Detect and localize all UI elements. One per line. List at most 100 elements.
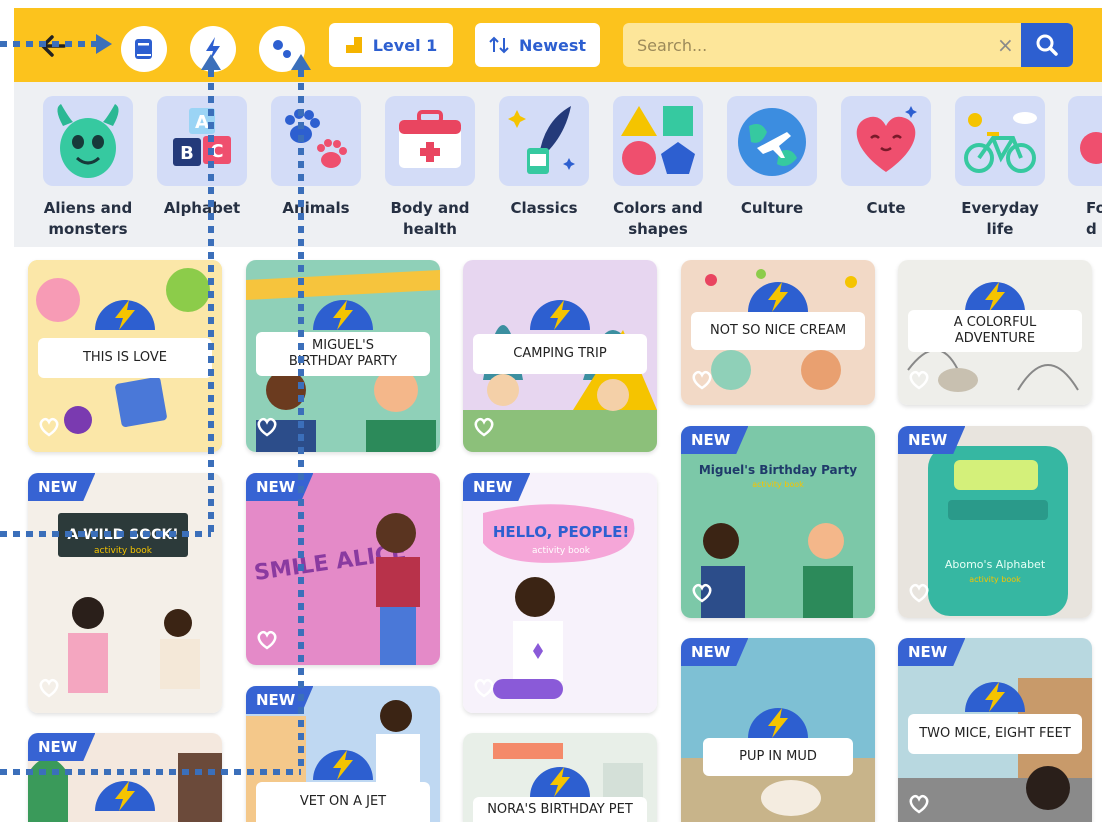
cover-title-text: A WILD SOCK! bbox=[67, 527, 178, 543]
book-card[interactable]: NORA'S BIRTHDAY PET bbox=[463, 733, 657, 822]
book-cover-illustration: HELLO, PEOPLE! activity book bbox=[463, 473, 657, 713]
bicycle-icon bbox=[955, 96, 1045, 186]
book-title: VET ON A JET bbox=[256, 782, 430, 822]
search-input[interactable] bbox=[637, 23, 977, 67]
category-label: Body and bbox=[390, 199, 470, 217]
category-culture[interactable]: Culture bbox=[716, 96, 828, 219]
lightning-icon bbox=[206, 37, 220, 61]
favorite-heart-icon[interactable] bbox=[256, 630, 278, 650]
favorite-heart-icon[interactable] bbox=[691, 583, 713, 603]
category-label: Animals bbox=[282, 199, 350, 217]
favorite-heart-icon[interactable] bbox=[691, 370, 713, 390]
favorite-heart-icon[interactable] bbox=[473, 417, 495, 437]
cover-subtitle-text: activity book bbox=[94, 546, 153, 556]
lightning-badge-icon bbox=[965, 282, 1025, 312]
book-card[interactable]: NOT SO NICE CREAM bbox=[681, 260, 875, 405]
search-button[interactable] bbox=[1021, 23, 1073, 67]
category-colors-and-shapes[interactable]: Colors and shapes bbox=[602, 96, 714, 240]
lightning-badge-icon bbox=[313, 750, 373, 780]
level-icon bbox=[345, 37, 362, 53]
category-cute[interactable]: Cute bbox=[830, 96, 942, 219]
svg-text:A: A bbox=[195, 112, 209, 133]
category-label: Fo bbox=[1086, 199, 1102, 217]
book-title: A COLORFUL ADVENTURE bbox=[908, 310, 1082, 352]
globe-icon bbox=[727, 96, 817, 186]
book-card[interactable]: A COLORFUL ADVENTURE bbox=[898, 260, 1092, 405]
category-body-and-health[interactable]: Body and health bbox=[374, 96, 486, 240]
lightning-badge-icon bbox=[965, 682, 1025, 712]
book-card[interactable]: HELLO, PEOPLE! activity book NEW bbox=[463, 473, 657, 713]
category-animals[interactable]: Animals bbox=[260, 96, 372, 219]
cover-subtitle-text: activity book bbox=[532, 546, 591, 556]
book-title: THIS IS LOVE bbox=[38, 338, 212, 378]
lightning-badge-icon bbox=[530, 300, 590, 330]
favorite-heart-icon[interactable] bbox=[38, 417, 60, 437]
category-aliens-and-monsters[interactable]: Aliens and monsters bbox=[32, 96, 144, 240]
search-icon bbox=[1036, 34, 1058, 56]
heart-icon bbox=[841, 96, 931, 186]
book-card[interactable]: NEW VET ON A JET bbox=[246, 686, 440, 822]
books-filter-button[interactable] bbox=[121, 26, 167, 72]
favorite-heart-icon[interactable] bbox=[908, 794, 930, 814]
book-icon bbox=[135, 39, 152, 59]
lightning-badge-icon bbox=[748, 708, 808, 738]
book-card[interactable]: NEW TWO MICE, EIGHT FEET bbox=[898, 638, 1092, 822]
lightning-badge-icon bbox=[95, 781, 155, 811]
category-label: Cute bbox=[866, 199, 906, 217]
category-strip: Aliens and monsters A B C Alphabet Anima… bbox=[14, 82, 1102, 247]
sort-icon bbox=[489, 36, 509, 54]
level-dropdown[interactable]: Level 1 bbox=[329, 23, 453, 67]
apple-icon bbox=[1068, 96, 1102, 186]
alphabet-blocks-icon: A B C bbox=[157, 96, 247, 186]
sort-dropdown[interactable]: Newest bbox=[475, 23, 600, 67]
book-title: TWO MICE, EIGHT FEET bbox=[908, 714, 1082, 754]
category-label: d bbox=[1086, 220, 1097, 238]
book-card[interactable]: A WILD SOCK! activity book NEW bbox=[28, 473, 222, 713]
category-everyday-life[interactable]: Everyday life bbox=[944, 96, 1056, 240]
book-card[interactable]: BIG SMILE ALICE NEW bbox=[246, 473, 440, 665]
lightning-badge-icon bbox=[313, 300, 373, 330]
category-food[interactable]: Fo d bbox=[1058, 96, 1102, 240]
category-alphabet[interactable]: A B C Alphabet bbox=[146, 96, 258, 219]
lightning-badge-icon bbox=[95, 300, 155, 330]
book-card[interactable]: MIGUEL'S BIRTHDAY PARTY bbox=[246, 260, 440, 452]
book-card[interactable]: Abomo's Alphabet activity book NEW bbox=[898, 426, 1092, 618]
book-title: PUP IN MUD bbox=[703, 738, 853, 776]
cover-title-text: Miguel's Birthday Party bbox=[699, 463, 857, 477]
favorite-heart-icon[interactable] bbox=[473, 678, 495, 698]
book-title: NOT SO NICE CREAM bbox=[691, 312, 865, 350]
book-title: CAMPING TRIP bbox=[473, 334, 647, 374]
back-arrow-icon[interactable] bbox=[34, 26, 74, 66]
lightning-filter-button[interactable] bbox=[190, 26, 236, 72]
favorite-heart-icon[interactable] bbox=[38, 678, 60, 698]
category-label: Aliens and bbox=[43, 199, 133, 217]
book-card[interactable]: Miguel's Birthday Party activity book NE… bbox=[681, 426, 875, 618]
cover-subtitle-text: activity book bbox=[752, 480, 804, 489]
level-label: Level 1 bbox=[372, 35, 438, 55]
book-title: NORA'S BIRTHDAY PET bbox=[473, 797, 647, 822]
book-card[interactable]: NEW PUP IN MUD bbox=[681, 638, 875, 822]
favorite-heart-icon[interactable] bbox=[908, 583, 930, 603]
cover-subtitle-text: activity book bbox=[969, 575, 1021, 584]
activity-filter-button[interactable] bbox=[259, 26, 305, 72]
category-label: Everyday bbox=[961, 199, 1039, 217]
category-label: Colors and bbox=[613, 199, 703, 217]
shapes-icon bbox=[273, 40, 291, 58]
first-aid-icon bbox=[385, 96, 475, 186]
book-card[interactable]: THIS IS LOVE bbox=[28, 260, 222, 452]
book-card[interactable]: CAMPING TRIP bbox=[463, 260, 657, 452]
category-label: shapes bbox=[628, 220, 688, 238]
favorite-heart-icon[interactable] bbox=[256, 417, 278, 437]
favorite-heart-icon[interactable] bbox=[908, 370, 930, 390]
category-classics[interactable]: Classics bbox=[488, 96, 600, 219]
sort-label: Newest bbox=[518, 35, 587, 55]
svg-text:B: B bbox=[180, 143, 194, 164]
quill-icon bbox=[499, 96, 589, 186]
search-bar: × bbox=[623, 23, 1073, 67]
clear-icon[interactable]: × bbox=[997, 33, 1014, 57]
lightning-badge-icon bbox=[748, 282, 808, 312]
category-label: Alphabet bbox=[163, 199, 241, 217]
book-card[interactable]: NEW bbox=[28, 733, 222, 822]
cover-title-text: HELLO, PEOPLE! bbox=[493, 523, 629, 541]
paw-icon bbox=[271, 96, 361, 186]
